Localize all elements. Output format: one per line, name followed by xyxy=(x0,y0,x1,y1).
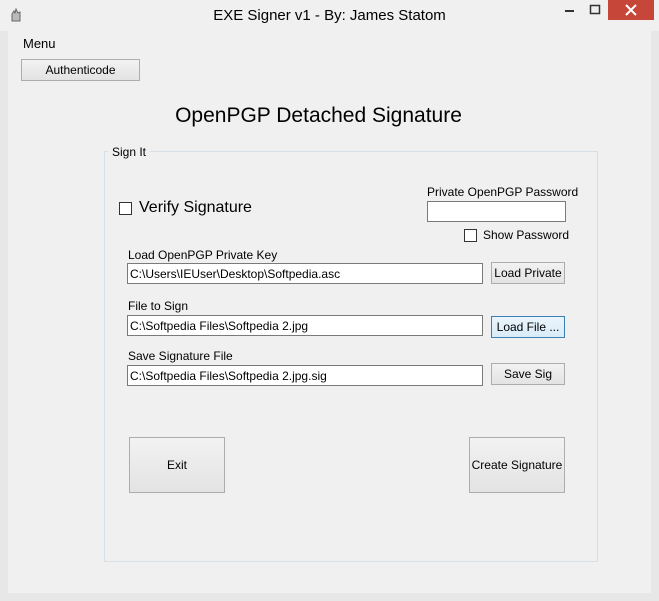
close-button[interactable] xyxy=(608,0,654,20)
maximize-icon xyxy=(589,4,601,15)
page-title: OpenPGP Detached Signature xyxy=(175,104,462,127)
file-to-sign-label: File to Sign xyxy=(128,299,189,313)
minimize-icon xyxy=(565,10,574,12)
groupbox-label: Sign It xyxy=(108,145,151,159)
password-input[interactable] xyxy=(427,201,566,222)
title-bar: EXE Signer v1 - By: James Statom xyxy=(0,0,659,31)
verify-signature-label: Verify Signature xyxy=(139,199,252,216)
show-password-label: Show Password xyxy=(483,228,570,242)
verify-signature-checkbox[interactable] xyxy=(119,202,132,215)
exit-button[interactable]: Exit xyxy=(129,437,225,493)
menu-item[interactable]: Menu xyxy=(23,36,56,51)
password-label: Private OpenPGP Password xyxy=(427,185,579,199)
private-key-label: Load OpenPGP Private Key xyxy=(128,248,278,262)
minimize-button[interactable] xyxy=(556,0,582,20)
save-signature-label: Save Signature File xyxy=(128,349,233,363)
show-password-checkbox[interactable] xyxy=(464,229,477,242)
save-signature-input[interactable] xyxy=(127,365,483,386)
create-signature-button[interactable]: Create Signature xyxy=(469,437,565,493)
maximize-button[interactable] xyxy=(582,0,608,20)
load-file-button[interactable]: Load File ... xyxy=(491,316,565,338)
file-to-sign-input[interactable] xyxy=(127,315,483,336)
private-key-input[interactable] xyxy=(127,263,483,284)
authenticode-button[interactable]: Authenticode xyxy=(21,59,140,81)
close-icon xyxy=(625,4,637,16)
save-sig-button[interactable]: Save Sig xyxy=(491,363,565,385)
load-private-button[interactable]: Load Private xyxy=(491,262,565,284)
